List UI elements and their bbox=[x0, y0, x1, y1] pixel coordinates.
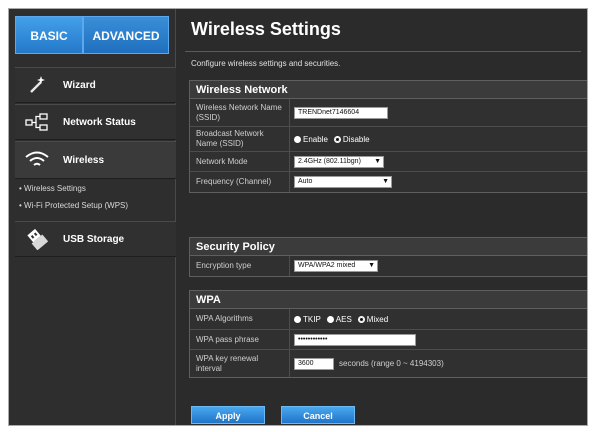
chevron-down-icon: ▼ bbox=[382, 178, 389, 185]
page-title: Wireless Settings bbox=[191, 19, 341, 39]
chevron-down-icon: ▼ bbox=[368, 262, 375, 269]
radio-indicator bbox=[357, 315, 365, 323]
encryption-row: Encryption type WPA/WPA2 mixed ▼ bbox=[190, 256, 587, 276]
wpa-renewal-label: WPA key renewal interval bbox=[190, 350, 290, 377]
usb-icon bbox=[15, 228, 59, 250]
divider bbox=[185, 51, 581, 52]
network-mode-select[interactable]: 2.4GHz (802.11bgn) ▼ bbox=[294, 155, 384, 168]
ssid-row: Wireless Network Name (SSID) bbox=[190, 99, 587, 127]
ssid-label: Wireless Network Name (SSID) bbox=[190, 99, 290, 126]
sidebar-item-label: Wizard bbox=[63, 79, 96, 91]
frequency-label: Frequency (Channel) bbox=[190, 172, 290, 192]
panel-heading: Wireless Network bbox=[190, 81, 587, 99]
frequency-row: Frequency (Channel) Auto ▼ bbox=[190, 172, 587, 192]
radio-indicator bbox=[294, 135, 301, 143]
network-mode-label: Network Mode bbox=[190, 152, 290, 171]
radio-indicator bbox=[326, 315, 334, 323]
security-policy-panel: Security Policy Encryption type WPA/WPA2… bbox=[189, 237, 587, 277]
cancel-button[interactable]: Cancel bbox=[281, 406, 355, 424]
wireless-network-panel: Wireless Network Wireless Network Name (… bbox=[189, 80, 587, 193]
sidebar-item-label: Network Status bbox=[63, 116, 136, 128]
wpa-passphrase-row: WPA pass phrase bbox=[190, 330, 587, 350]
sidebar-item-wizard[interactable]: Wizard bbox=[15, 67, 176, 103]
encryption-select[interactable]: WPA/WPA2 mixed ▼ bbox=[294, 260, 378, 272]
sidebar-item-usb-storage[interactable]: USB Storage bbox=[15, 221, 176, 257]
broadcast-enable-radio[interactable]: Enable bbox=[294, 135, 328, 144]
algorithm-mixed-radio[interactable]: Mixed bbox=[357, 315, 388, 324]
algorithm-tkip-radio[interactable]: TKIP bbox=[294, 315, 321, 324]
tab-basic[interactable]: BASIC bbox=[15, 16, 83, 54]
frequency-select[interactable]: Auto ▼ bbox=[294, 176, 392, 188]
wpa-passphrase-label: WPA pass phrase bbox=[190, 330, 290, 349]
subnav-wireless-settings[interactable]: Wireless Settings bbox=[19, 180, 128, 197]
broadcast-row: Broadcast Network Name (SSID) Enable Dis… bbox=[190, 127, 587, 152]
panel-heading: WPA bbox=[190, 291, 587, 309]
broadcast-disable-radio[interactable]: Disable bbox=[333, 135, 370, 144]
network-topology-icon bbox=[15, 112, 59, 132]
sidebar-item-network-status[interactable]: Network Status bbox=[15, 104, 176, 140]
router-admin-window: BASIC ADVANCED Wizard Network Status Wir… bbox=[8, 8, 588, 426]
passphrase-input[interactable] bbox=[294, 333, 416, 346]
panel-heading: Security Policy bbox=[190, 238, 587, 256]
page-description: Configure wireless settings and securiti… bbox=[191, 59, 341, 68]
wireless-subnav: Wireless Settings Wi-Fi Protected Setup … bbox=[19, 180, 128, 214]
tab-advanced[interactable]: ADVANCED bbox=[83, 16, 169, 54]
wpa-renewal-row: WPA key renewal interval seconds (range … bbox=[190, 350, 587, 377]
algorithm-aes-radio[interactable]: AES bbox=[326, 315, 352, 324]
mode-tabs: BASIC ADVANCED bbox=[15, 16, 175, 54]
encryption-label: Encryption type bbox=[190, 256, 290, 276]
wpa-algorithms-label: WPA Algorithms bbox=[190, 309, 290, 329]
ssid-input[interactable] bbox=[294, 106, 388, 119]
radio-indicator bbox=[294, 315, 301, 323]
sidebar-item-label: Wireless bbox=[63, 154, 105, 166]
magic-wand-icon bbox=[15, 74, 59, 96]
main-content: Wireless Settings Configure wireless set… bbox=[177, 9, 587, 425]
subnav-wps[interactable]: Wi-Fi Protected Setup (WPS) bbox=[19, 197, 128, 214]
sidebar-item-label: USB Storage bbox=[63, 233, 125, 245]
renewal-range-hint: seconds (range 0 ~ 4194303) bbox=[339, 359, 444, 368]
renewal-interval-input[interactable] bbox=[294, 357, 334, 370]
sidebar-item-wireless[interactable]: Wireless bbox=[15, 141, 176, 179]
broadcast-label: Broadcast Network Name (SSID) bbox=[190, 127, 290, 151]
network-mode-row: Network Mode 2.4GHz (802.11bgn) ▼ bbox=[190, 152, 587, 172]
chevron-down-icon: ▼ bbox=[374, 157, 381, 165]
apply-button[interactable]: Apply bbox=[191, 406, 265, 424]
sidebar: BASIC ADVANCED Wizard Network Status Wir… bbox=[9, 9, 176, 425]
wpa-panel: WPA WPA Algorithms TKIP AES Mixed WPA pa… bbox=[189, 290, 587, 378]
radio-indicator bbox=[333, 135, 341, 143]
wifi-icon bbox=[15, 150, 59, 170]
wpa-algorithms-row: WPA Algorithms TKIP AES Mixed bbox=[190, 309, 587, 330]
